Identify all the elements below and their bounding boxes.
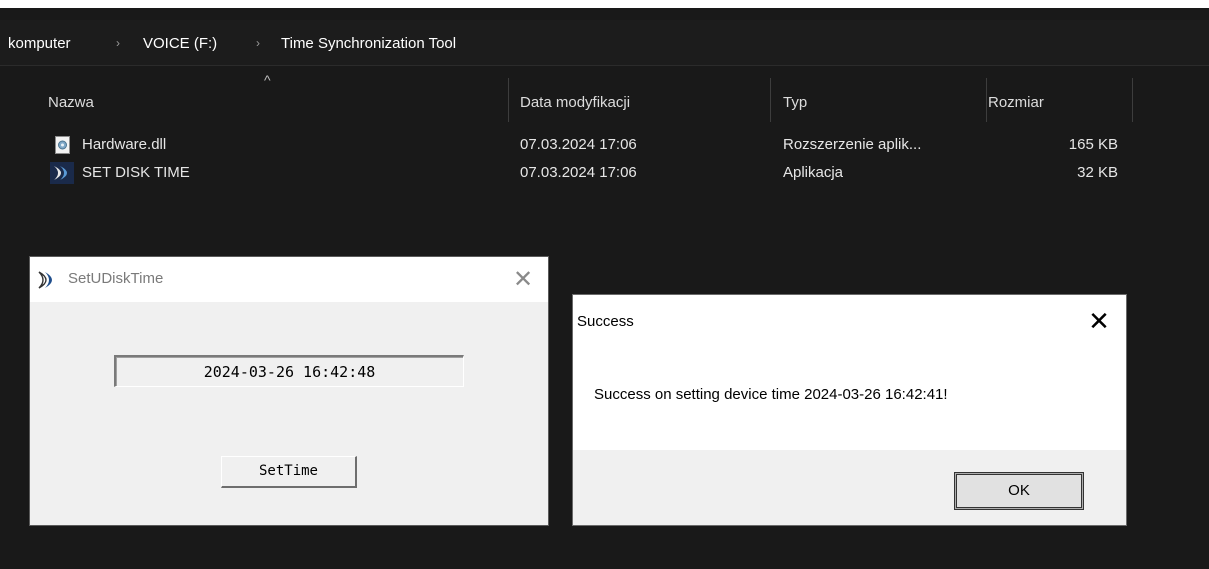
sort-ascending-icon: ^ [264, 72, 271, 88]
file-type: Aplikacja [783, 164, 844, 181]
dialog-title: Success [577, 313, 634, 330]
column-header-name[interactable]: Nazwa [48, 94, 94, 111]
dll-file-icon [55, 136, 70, 154]
breadcrumb-item-computer[interactable]: komputer [8, 35, 71, 52]
chevron-right-icon: › [256, 36, 260, 50]
file-size: 165 KB [1068, 136, 1118, 153]
column-header-modified[interactable]: Data modyfikacji [520, 94, 630, 111]
dialog-content-area: Success ✕ Success on setting device time… [573, 295, 1126, 450]
dialog-titlebar[interactable]: SetUDiskTime ✕ [30, 257, 548, 302]
file-name: SET DISK TIME [82, 164, 190, 181]
address-bar[interactable]: komputer › VOICE (F:) › Time Synchroniza… [0, 20, 1209, 66]
column-divider[interactable] [1132, 78, 1133, 122]
column-divider[interactable] [770, 78, 771, 122]
column-divider[interactable] [986, 78, 987, 122]
datetime-input[interactable] [114, 355, 464, 387]
file-row[interactable]: Hardware.dll 07.03.2024 17:06 Rozszerzen… [40, 132, 1130, 158]
column-header-size[interactable]: Rozmiar [988, 94, 1044, 111]
settime-button[interactable]: SetTime [221, 456, 357, 488]
dialog-title: SetUDiskTime [68, 270, 164, 287]
close-icon[interactable]: ✕ [1079, 303, 1119, 339]
file-name: Hardware.dll [82, 136, 167, 153]
app-exe-icon [50, 162, 74, 184]
file-row[interactable]: SET DISK TIME 07.03.2024 17:06 Aplikacja… [40, 160, 1130, 186]
column-header-type[interactable]: Typ [783, 94, 807, 111]
ok-button[interactable]: OK [955, 473, 1083, 509]
success-dialog: Success ✕ Success on setting device time… [573, 295, 1126, 525]
app-logo-icon [38, 271, 52, 289]
column-divider[interactable] [508, 78, 509, 122]
breadcrumb-item-drive[interactable]: VOICE (F:) [143, 35, 217, 52]
breadcrumb-item-folder[interactable]: Time Synchronization Tool [281, 35, 456, 52]
file-type: Rozszerzenie aplik... [783, 136, 922, 153]
file-size: 32 KB [1077, 164, 1118, 181]
file-modified: 07.03.2024 17:06 [520, 136, 637, 153]
file-modified: 07.03.2024 17:06 [520, 164, 637, 181]
close-icon[interactable]: ✕ [506, 263, 540, 297]
setudisktime-dialog: SetUDiskTime ✕ SetTime [30, 257, 548, 525]
chevron-right-icon: › [116, 36, 120, 50]
dialog-message: Success on setting device time 2024-03-2… [594, 386, 948, 403]
